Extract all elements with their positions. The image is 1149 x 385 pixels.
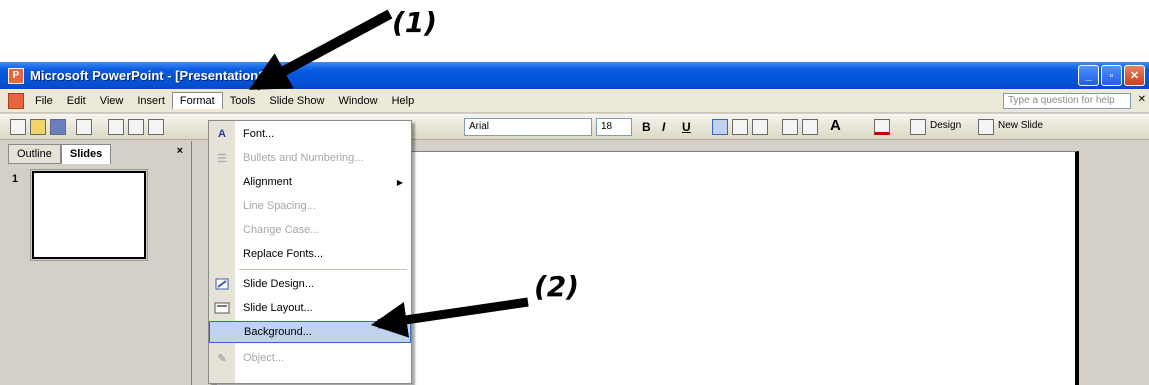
annotation-arrows — [248, 9, 529, 338]
arrow-to-background-item — [370, 297, 529, 338]
arrow-to-format-menu — [248, 9, 393, 91]
